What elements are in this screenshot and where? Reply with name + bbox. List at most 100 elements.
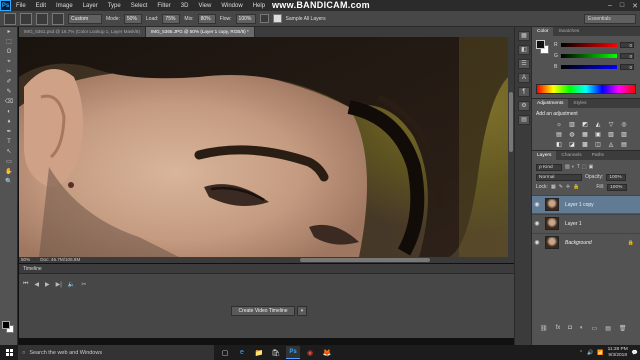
layer-row[interactable]: ◉ Layer 1 — [532, 214, 640, 232]
create-video-timeline-button[interactable]: Create Video Timeline — [231, 306, 295, 316]
blue-slider[interactable]: B 0 — [554, 62, 634, 71]
menu-help[interactable]: Help — [248, 3, 270, 9]
load-field[interactable]: 75% — [162, 13, 181, 24]
add-mask-icon[interactable]: ◘ — [568, 325, 572, 332]
history-panel-icon[interactable]: ▦ — [518, 31, 530, 41]
menu-view[interactable]: View — [193, 3, 216, 9]
move-tool-icon[interactable]: ▸ — [2, 28, 16, 37]
next-frame-icon[interactable]: ▶| — [56, 281, 62, 288]
menu-file[interactable]: File — [11, 3, 31, 9]
adjustment-icon[interactable]: ◭ — [593, 121, 603, 129]
new-layer-icon[interactable]: ▤ — [605, 325, 611, 332]
tab-color[interactable]: Color — [532, 27, 554, 36]
file-explorer-icon[interactable]: 📁 — [252, 346, 266, 359]
character-panel-icon[interactable]: A — [518, 73, 530, 83]
shape-tool-icon[interactable]: ▭ — [2, 158, 16, 167]
blend-mode-select[interactable]: Normal — [536, 173, 582, 181]
current-brush-load[interactable] — [52, 12, 64, 25]
doc-tab-jpg[interactable]: IMG_5365.JPG @ 50% (Layer 1 copy, RGB/8)… — [146, 27, 255, 37]
adjustment-icon[interactable]: ▧ — [606, 131, 616, 139]
adjustment-icon[interactable]: ▨ — [619, 131, 629, 139]
mix-field[interactable]: 80% — [197, 13, 216, 24]
lock-position-icon[interactable]: ✛ — [566, 184, 570, 190]
previous-frame-icon[interactable]: ◀ — [34, 281, 39, 288]
maximize-icon[interactable]: □ — [620, 2, 624, 9]
hand-tool-icon[interactable]: ✋ — [2, 168, 16, 177]
adjustment-icon[interactable]: ◫ — [593, 141, 603, 149]
foreground-color-swatch[interactable] — [2, 321, 10, 329]
lock-transparency-icon[interactable]: ▦ — [551, 184, 556, 190]
red-track[interactable] — [561, 42, 617, 47]
fill-field[interactable]: 100% — [607, 183, 628, 191]
menu-window[interactable]: Window — [216, 3, 247, 9]
menu-edit[interactable]: Edit — [31, 3, 51, 9]
layer-name[interactable]: Layer 1 — [565, 221, 582, 227]
gradient-tool-icon[interactable]: ◐ — [2, 108, 16, 117]
store-icon[interactable]: 🛍 — [269, 346, 283, 359]
document-canvas[interactable] — [19, 37, 508, 257]
zoom-level[interactable]: 50% — [21, 257, 30, 263]
properties-panel-icon[interactable]: ◧ — [518, 45, 530, 55]
panel-foreground-color[interactable] — [536, 40, 545, 49]
layer-row[interactable]: ◉ Background 🔒 — [532, 233, 640, 251]
wet-field[interactable]: 50% — [123, 13, 142, 24]
close-icon[interactable]: ✕ — [632, 2, 638, 10]
paragraph-panel-icon[interactable]: ¶ — [518, 87, 530, 97]
type-filter-icon[interactable]: T — [577, 164, 580, 170]
task-view-icon[interactable]: ▢ — [218, 346, 232, 359]
volume-icon[interactable]: 🔊 — [587, 350, 593, 356]
blue-value[interactable]: 0 — [620, 63, 634, 70]
tab-styles[interactable]: Styles — [568, 99, 591, 108]
sample-all-layers-checkbox[interactable] — [272, 14, 282, 23]
smart-object-filter-icon[interactable]: ▣ — [589, 164, 594, 170]
layer-row[interactable]: ◉ Layer 1 copy — [532, 195, 640, 213]
timeline-mode-dropdown[interactable]: ▾ — [297, 306, 307, 316]
adjustment-icon[interactable]: ☼ — [554, 121, 564, 129]
vertical-scroll-thumb[interactable] — [509, 92, 513, 152]
adjustment-icon[interactable]: ◍ — [567, 131, 577, 139]
first-frame-icon[interactable]: ⏮ — [23, 281, 28, 288]
visibility-eye-icon[interactable]: ◉ — [532, 239, 542, 246]
type-tool-icon[interactable]: T — [2, 138, 16, 147]
start-button[interactable] — [0, 345, 18, 360]
eyedropper-tool-icon[interactable]: ✐ — [2, 78, 16, 87]
dodge-tool-icon[interactable]: ♦ — [2, 118, 16, 127]
blend-preset-select[interactable]: Custom — [68, 13, 102, 24]
lasso-tool-icon[interactable]: ʘ — [2, 48, 16, 57]
canvas-horizontal-scrollbar[interactable] — [110, 257, 514, 263]
pen-tool-icon[interactable]: ✒ — [2, 128, 16, 137]
tab-adjustments[interactable]: Adjustments — [532, 99, 569, 108]
layer-name[interactable]: Background — [565, 240, 592, 246]
menu-layer[interactable]: Layer — [78, 3, 103, 9]
flow-field[interactable]: 100% — [235, 13, 256, 24]
split-icon[interactable]: ✂ — [81, 281, 86, 288]
visibility-eye-icon[interactable]: ◉ — [532, 201, 542, 208]
actions-panel-icon[interactable]: ☰ — [518, 59, 530, 69]
play-icon[interactable]: ▶ — [45, 281, 50, 288]
adjustment-icon[interactable]: ◬ — [606, 141, 616, 149]
tab-swatches[interactable]: Swatches — [553, 27, 584, 36]
adjustment-icon[interactable]: ▽ — [606, 121, 616, 129]
brush-settings-icon[interactable]: ⚙ — [518, 101, 530, 111]
crop-tool-icon[interactable]: ✂ — [2, 68, 16, 77]
link-layers-icon[interactable]: ⛓ — [540, 325, 548, 332]
layer-kind-select[interactable]: ρ Kind — [536, 163, 562, 171]
pixel-filter-icon[interactable]: ▨ — [565, 164, 570, 170]
show-hidden-icons-icon[interactable]: ⌃ — [579, 350, 583, 356]
adjustment-icon[interactable]: ◧ — [554, 141, 564, 149]
brush-panel-toggle[interactable] — [36, 12, 48, 25]
taskbar-search[interactable]: ○ Search the web and Windows — [18, 345, 214, 360]
lock-pixels-icon[interactable]: ✎ — [559, 184, 563, 190]
blue-track[interactable] — [561, 64, 617, 69]
visibility-eye-icon[interactable]: ◉ — [532, 220, 542, 227]
brush-tool-icon[interactable]: ✎ — [2, 88, 16, 97]
green-track[interactable] — [561, 53, 617, 58]
adjustment-icon[interactable]: ▦ — [580, 131, 590, 139]
adjustment-icon[interactable]: ◩ — [580, 121, 590, 129]
tab-layers[interactable]: Layers — [532, 151, 557, 160]
network-icon[interactable]: 📶 — [597, 350, 603, 356]
adjustment-icon[interactable]: ▣ — [593, 131, 603, 139]
edge-browser-icon[interactable]: e — [235, 346, 249, 359]
menu-type[interactable]: Type — [103, 3, 126, 9]
adjustment-icon[interactable]: ▤ — [554, 131, 564, 139]
